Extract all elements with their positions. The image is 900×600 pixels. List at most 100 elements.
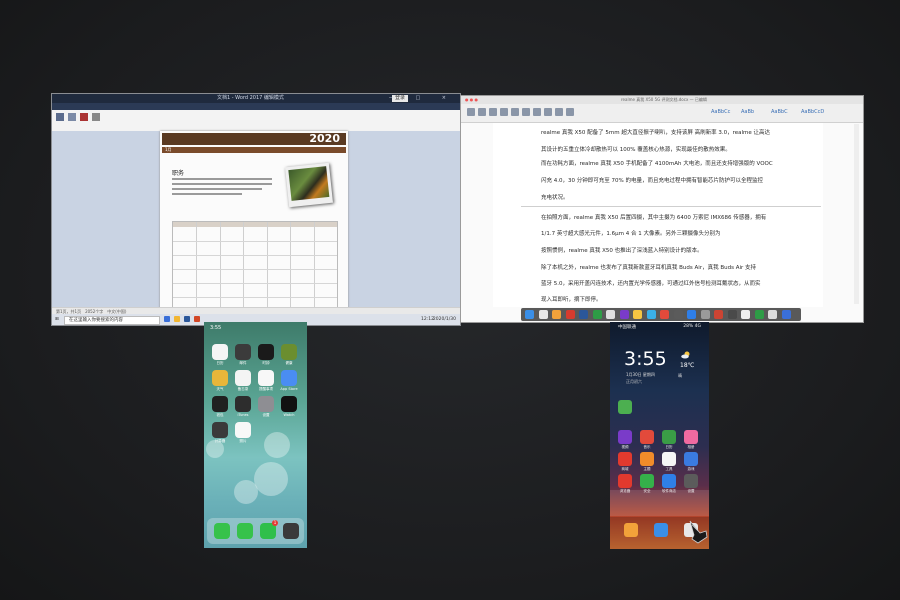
- app-icon[interactable]: [258, 370, 274, 386]
- app-icon[interactable]: [258, 344, 274, 360]
- app-label: 设置: [262, 413, 270, 417]
- taskbar-app-icon[interactable]: [174, 316, 180, 322]
- app-icon[interactable]: [258, 396, 274, 412]
- document-line: 闪充 4.0，30 分钟即可充至 70% 的电量，而且充电过程中拥有智能芯片防护…: [541, 178, 763, 184]
- dock-app-icon[interactable]: [592, 310, 602, 319]
- app-icon[interactable]: [235, 370, 251, 386]
- dock-app-icon[interactable]: [538, 310, 548, 319]
- dock-app-icon[interactable]: [525, 310, 534, 319]
- dock-app-icon[interactable]: [646, 310, 656, 319]
- app-icon[interactable]: [662, 430, 676, 444]
- document-line: 除了本机之外，realme 也发布了真我新款蓝牙耳机真我 Buds Air，真我…: [541, 265, 756, 271]
- dock-app-icon[interactable]: [237, 523, 253, 539]
- toolbar-button-icon[interactable]: [555, 108, 563, 116]
- app-icon[interactable]: [640, 430, 654, 444]
- document-line: 1/1.7 英寸超大感光元件，1.6μm 4 合 1 大像素。另外三颗摄像头分别…: [541, 231, 721, 237]
- style-preset[interactable]: AaBbCcD: [801, 109, 824, 115]
- app-icon[interactable]: [281, 396, 297, 412]
- app-label: App Store: [280, 387, 298, 391]
- style-preset[interactable]: AaBbCc: [711, 109, 730, 115]
- toolbar-button-icon[interactable]: [522, 108, 530, 116]
- toolbar-button-icon[interactable]: [489, 108, 497, 116]
- document-line: 充电状况。: [541, 195, 569, 201]
- app-icon[interactable]: [684, 474, 698, 488]
- toolbar-button-icon[interactable]: [478, 108, 486, 116]
- dock-app-icon[interactable]: [700, 310, 710, 319]
- calendar-column-line: [313, 222, 315, 308]
- document-line: 而在功耗方面，realme 真我 X50 手机配备了 4100mAh 大电池，而…: [541, 161, 773, 167]
- app-icon[interactable]: [618, 474, 632, 488]
- dock-app-icon[interactable]: [633, 310, 642, 319]
- app-icon[interactable]: [662, 452, 676, 466]
- app-icon[interactable]: [618, 452, 632, 466]
- dock-app-icon[interactable]: [660, 310, 669, 319]
- dock-app-icon[interactable]: [606, 310, 615, 319]
- toolbar-button-icon[interactable]: [467, 108, 475, 116]
- dock-app-icon[interactable]: [781, 310, 791, 319]
- dock-app-icon[interactable]: [654, 523, 668, 537]
- toolbar-button-icon[interactable]: [566, 108, 574, 116]
- dock-app-icon[interactable]: [754, 310, 764, 319]
- toolbar-button-icon[interactable]: [533, 108, 541, 116]
- clock-widget-date: 1月30日 星期四: [626, 372, 655, 377]
- dock-app-icon[interactable]: [687, 310, 696, 319]
- app-icon[interactable]: [235, 396, 251, 412]
- dock-app-icon[interactable]: [579, 310, 588, 319]
- close-icon[interactable]: ×: [442, 95, 456, 101]
- dock-app-icon[interactable]: [619, 310, 629, 319]
- dock-app-icon[interactable]: [741, 310, 750, 319]
- document-page[interactable]: 2020 1月 职务: [160, 131, 348, 311]
- app-icon[interactable]: [212, 370, 228, 386]
- app-icon[interactable]: [281, 370, 297, 386]
- dock-app-icon[interactable]: [552, 310, 561, 319]
- maximize-icon[interactable]: □: [415, 95, 430, 101]
- windows-start-icon[interactable]: ⊞: [55, 314, 59, 325]
- phone-app-icon[interactable]: [618, 400, 632, 414]
- window-controls[interactable]: — □ ×: [389, 94, 456, 103]
- dock-app-icon[interactable]: [624, 523, 638, 537]
- app-icon[interactable]: [662, 474, 676, 488]
- app-icon[interactable]: [640, 474, 654, 488]
- dock-app-icon[interactable]: [673, 310, 683, 319]
- app-icon[interactable]: [618, 430, 632, 444]
- android-dock-area: [610, 490, 709, 516]
- taskbar-search-input[interactable]: 在这里输入你要搜索的内容: [64, 316, 160, 325]
- app-icon[interactable]: [212, 344, 228, 360]
- format-painter-icon[interactable]: [68, 113, 76, 121]
- traffic-light-icons[interactable]: ● ● ●: [465, 96, 478, 104]
- mac-title-bar: ● ● ● realme 真我 X50 5G 评测文档.docx — 已编辑: [461, 96, 863, 104]
- dock-app-icon[interactable]: [714, 310, 723, 319]
- app-icon[interactable]: [235, 422, 251, 438]
- word-window-title: 文档1 - Word 2017 编辑模式: [217, 95, 284, 101]
- toolbar-button-icon[interactable]: [511, 108, 519, 116]
- app-label: 天气: [216, 387, 224, 391]
- word-title-bar: 文档1 - Word 2017 编辑模式 登录 — □ ×: [52, 94, 460, 103]
- dock-app-icon[interactable]: [768, 310, 777, 319]
- style-preset[interactable]: AaBbC: [771, 109, 788, 115]
- app-icon[interactable]: [281, 344, 297, 360]
- taskbar-app-icon[interactable]: [164, 316, 170, 322]
- word-taskbar-icon[interactable]: [184, 316, 190, 322]
- app-icon[interactable]: [212, 396, 228, 412]
- paste-icon[interactable]: [56, 113, 64, 121]
- app-icon[interactable]: [212, 422, 228, 438]
- toolbar-button-icon[interactable]: [500, 108, 508, 116]
- font-color-icon[interactable]: [80, 113, 88, 121]
- app-label: 健康: [285, 361, 293, 365]
- document-line: 按照惯例，realme 真我 X50 也推出了深浅蓝入特别设计的版本。: [541, 248, 703, 254]
- app-icon[interactable]: [640, 452, 654, 466]
- mac-scrollbar[interactable]: [854, 124, 859, 304]
- app-icon[interactable]: [684, 452, 698, 466]
- dock-app-icon[interactable]: [565, 310, 575, 319]
- style-preset[interactable]: AaBb: [741, 109, 754, 115]
- dock-app-icon[interactable]: [283, 523, 299, 539]
- taskbar-app-icon[interactable]: [194, 316, 200, 322]
- dock-app-icon[interactable]: [214, 523, 230, 539]
- app-label: 时钟: [262, 361, 270, 365]
- app-icon[interactable]: [235, 344, 251, 360]
- dock-app-icon[interactable]: [727, 310, 737, 319]
- app-icon[interactable]: [684, 430, 698, 444]
- styles-icon[interactable]: [92, 113, 100, 121]
- minimize-icon[interactable]: —: [389, 95, 404, 101]
- toolbar-button-icon[interactable]: [544, 108, 552, 116]
